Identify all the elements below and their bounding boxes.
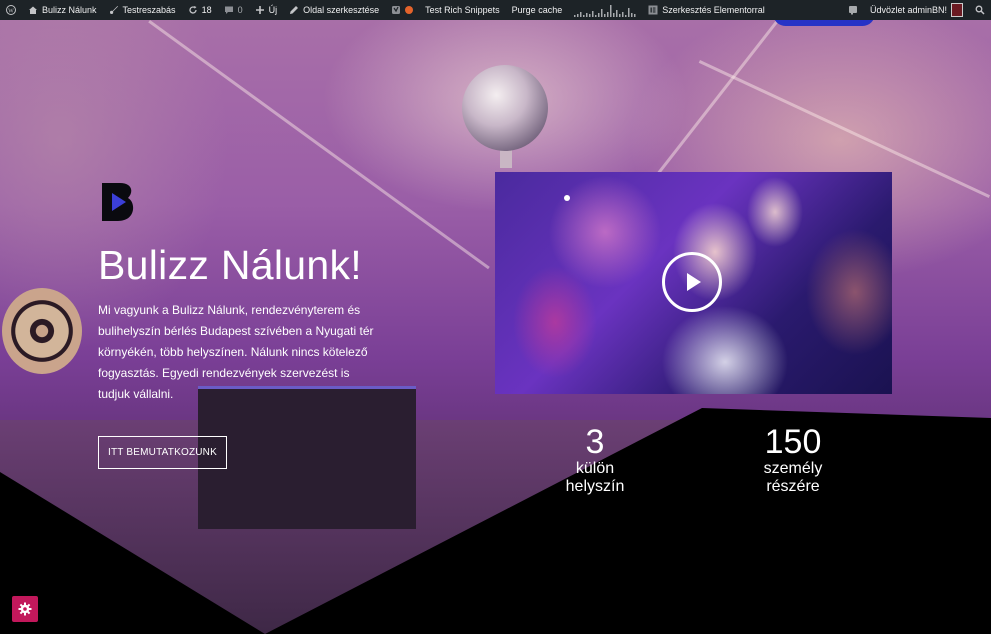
purge-cache-label: Purge cache bbox=[511, 5, 563, 15]
chat-icon bbox=[848, 6, 857, 15]
customize-link[interactable]: Testreszabás bbox=[103, 0, 182, 20]
hero-title: Bulizz Nálunk! bbox=[98, 242, 362, 288]
elementor-edit-link[interactable]: Szerkesztés Elementorral bbox=[642, 0, 771, 20]
comments-count: 0 bbox=[237, 5, 243, 15]
updates-count: 18 bbox=[201, 5, 212, 15]
brand-logo bbox=[102, 183, 134, 221]
stats-sparkline-graph bbox=[574, 5, 636, 17]
my-account-link[interactable]: Üdvözlet adminBN! bbox=[864, 0, 969, 20]
hero-description: Mi vagyunk a Bulizz Nálunk, rendezvényte… bbox=[98, 303, 374, 401]
stat-number: 150 bbox=[764, 423, 822, 461]
edit-page-link[interactable]: Oldal szerkesztése bbox=[283, 0, 385, 20]
test-rich-snippets-link[interactable]: Test Rich Snippets bbox=[419, 0, 506, 20]
video-player[interactable] bbox=[495, 172, 892, 394]
stat-capacity: 150 személy részére bbox=[735, 424, 851, 496]
admin-bar: W Bulizz Nálunk Testreszabás 18 0 Új Old… bbox=[0, 0, 991, 20]
yoast-icon bbox=[392, 6, 401, 14]
settings-button[interactable] bbox=[12, 596, 38, 622]
edit-page-label: Oldal szerkesztése bbox=[303, 5, 380, 15]
brush-icon bbox=[109, 6, 118, 14]
home-icon bbox=[29, 6, 37, 14]
comments-link[interactable]: 0 bbox=[218, 0, 249, 20]
site-name-link[interactable]: Bulizz Nálunk bbox=[22, 0, 103, 20]
video-indicator bbox=[564, 195, 570, 201]
customize-label: Testreszabás bbox=[122, 5, 176, 15]
elementor-icon bbox=[648, 5, 658, 15]
stats-sparkline[interactable] bbox=[568, 0, 642, 20]
stat-locations: 3 külön helyszín bbox=[550, 424, 640, 496]
elementor-edit-label: Szerkesztés Elementorral bbox=[662, 5, 765, 15]
hero-section: Bulizz Nálunk! Mi vagyunk a Bulizz Nálun… bbox=[0, 20, 991, 634]
updates-link[interactable]: 18 bbox=[182, 0, 218, 20]
refresh-icon bbox=[188, 6, 197, 14]
comment-icon bbox=[224, 6, 233, 14]
greeting-label: Üdvözlet adminBN! bbox=[869, 5, 947, 15]
gear-icon bbox=[18, 602, 32, 616]
plus-icon bbox=[255, 6, 264, 14]
notification-icon-link[interactable] bbox=[842, 0, 864, 20]
site-name-label: Bulizz Nálunk bbox=[42, 5, 97, 15]
avatar bbox=[951, 3, 963, 17]
wordpress-icon: W bbox=[6, 5, 16, 15]
purge-cache-link[interactable]: Purge cache bbox=[506, 0, 569, 20]
yoast-menu[interactable] bbox=[385, 0, 419, 20]
new-content-link[interactable]: Új bbox=[249, 0, 284, 20]
search-link[interactable] bbox=[969, 0, 991, 20]
pencil-icon bbox=[290, 6, 299, 14]
test-rich-snippets-label: Test Rich Snippets bbox=[425, 5, 500, 15]
play-button[interactable] bbox=[662, 252, 722, 312]
stat-label-line2: helyszín bbox=[565, 478, 625, 495]
stat-label-line1: külön bbox=[575, 460, 615, 477]
new-label: Új bbox=[268, 5, 278, 15]
stat-label-line1: személy bbox=[763, 460, 823, 477]
about-us-button[interactable]: ITT BEMUTATKOZUNK bbox=[98, 436, 227, 469]
seo-status-dot bbox=[405, 6, 414, 14]
stat-number: 3 bbox=[585, 423, 605, 461]
play-icon bbox=[687, 273, 701, 291]
wordpress-menu[interactable]: W bbox=[0, 0, 22, 20]
search-icon bbox=[975, 5, 985, 15]
svg-text:W: W bbox=[8, 9, 14, 15]
stat-label-line2: részére bbox=[766, 478, 820, 495]
